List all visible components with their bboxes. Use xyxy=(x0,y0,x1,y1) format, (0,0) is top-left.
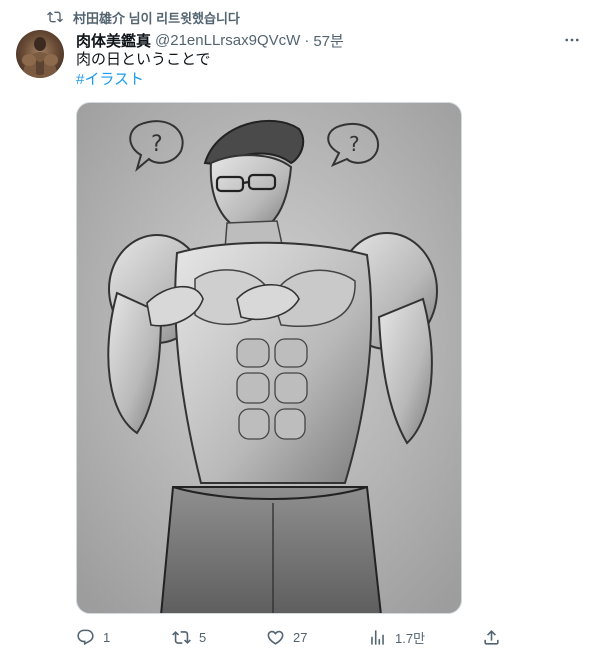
tweet-text: 肉の日ということで #イラスト xyxy=(76,50,211,90)
reply-icon xyxy=(77,629,94,645)
svg-text:?: ? xyxy=(349,132,360,156)
more-options-button[interactable] xyxy=(562,30,582,50)
author-handle[interactable]: @21enLLrsax9QVcW xyxy=(155,32,300,49)
retweet-button[interactable]: 5 xyxy=(172,624,206,650)
tweet-header: 肉体美鑑真 @21enLLrsax9QVcW · 57분 xyxy=(76,30,344,50)
separator-dot: · xyxy=(304,31,310,49)
author-name[interactable]: 肉体美鑑真 xyxy=(76,30,151,51)
like-count: 27 xyxy=(293,629,308,645)
retweet-context: 村田雄介 님이 리트윗했습니다 xyxy=(47,8,240,26)
tweet-timestamp[interactable]: 57분 xyxy=(313,30,344,51)
reply-count: 1 xyxy=(103,629,111,645)
svg-text:?: ? xyxy=(151,132,163,157)
tweet-actions: 1 5 27 1.7만 xyxy=(76,624,506,650)
views-chart-icon xyxy=(371,629,384,645)
retweet-context-text[interactable]: 村田雄介 님이 리트윗했습니다 xyxy=(73,8,240,27)
share-icon xyxy=(484,629,499,645)
tweet-body: 肉の日ということで xyxy=(76,51,211,68)
like-button[interactable]: 27 xyxy=(266,624,307,650)
retweet-icon xyxy=(172,630,191,644)
more-icon xyxy=(565,38,579,42)
views-button[interactable]: 1.7만 xyxy=(368,624,425,650)
share-button[interactable] xyxy=(482,624,501,650)
views-count: 1.7만 xyxy=(395,630,426,646)
retweet-count: 5 xyxy=(199,629,207,645)
illustration-image: ? ? xyxy=(77,103,461,613)
retweet-icon xyxy=(47,9,63,25)
tweet-media-image[interactable]: ? ? xyxy=(76,102,462,614)
avatar[interactable] xyxy=(16,30,64,78)
reply-button[interactable]: 1 xyxy=(76,624,110,650)
hashtag-link[interactable]: #イラスト xyxy=(76,70,211,90)
heart-icon xyxy=(267,630,284,645)
